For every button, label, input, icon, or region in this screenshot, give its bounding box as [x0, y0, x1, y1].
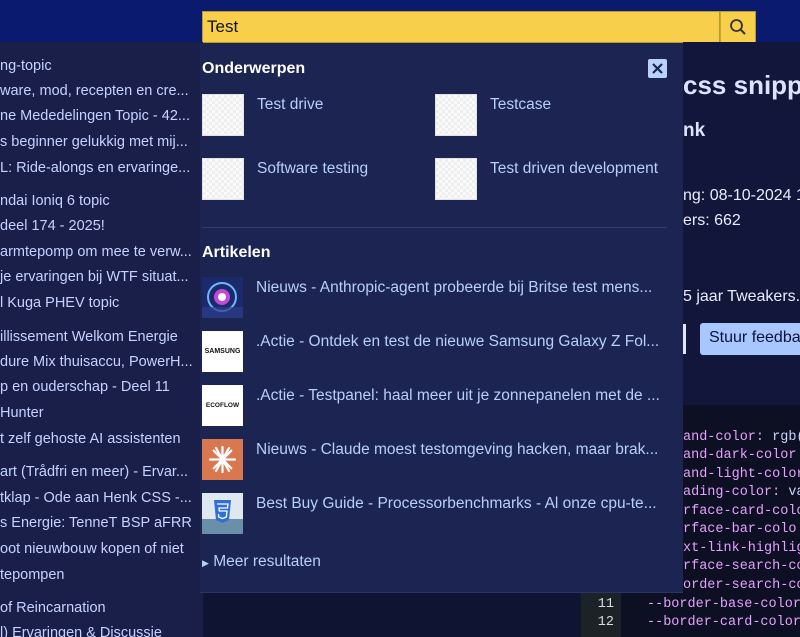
search-results-dropdown: Onderwerpen Test drive Testcase Software… [200, 43, 683, 593]
sidebar-item[interactable]: L: Ride-alongs en ervaringe... [0, 158, 190, 178]
sidebar-item[interactable]: l) Ervaringen & Discussie [0, 623, 162, 637]
topic-label[interactable]: Test drive [257, 96, 323, 114]
search-input[interactable] [202, 11, 720, 43]
search-icon [730, 19, 746, 35]
topic-result[interactable]: Test driven development [435, 158, 658, 200]
search-bar [202, 11, 756, 43]
sidebar-item[interactable]: s Energie: TenneT BSP aFRR [0, 513, 192, 533]
article-result[interactable]: SAMSUNG .Actie - Ontdek en test de nieuw… [202, 331, 667, 372]
topic-thumbnail [435, 94, 477, 136]
article-result[interactable]: ECOFLOW .Actie - Testpanel: haal meer ui… [202, 385, 667, 426]
sidebar-item[interactable]: oot nieuwbouw kopen of niet [0, 539, 184, 559]
code-line: and-light-color [683, 467, 800, 482]
chevron-right-icon: ▶ [202, 558, 209, 568]
sidebar-item[interactable]: ndai Ioniq 6 topic [0, 191, 110, 211]
article-link[interactable]: Nieuws - Claude moest testomgeving hacke… [256, 441, 667, 459]
section-divider [202, 227, 667, 228]
sidebar-item[interactable]: s beginner gelukkig met mij... [0, 132, 188, 152]
sidebar-item[interactable]: p en ouderschap - Deel 11 [0, 377, 170, 397]
ecoflow-thumb: ECOFLOW [202, 385, 243, 426]
code-line: xt-link-highlig [683, 541, 800, 556]
sidebar-item[interactable]: ne Mededelingen Topic - 42... [0, 106, 190, 126]
sidebar-item[interactable]: armtepomp om mee te verw... [0, 242, 192, 262]
sidebar-item[interactable]: je ervaringen bij WTF situat... [0, 267, 189, 287]
article-result[interactable]: Nieuws - Anthropic-agent probeerde bij B… [202, 277, 667, 318]
sidebar-item[interactable]: Hunter [0, 403, 44, 423]
article-link[interactable]: Nieuws - Anthropic-agent probeerde bij B… [256, 279, 667, 297]
line-number: 12 [597, 615, 614, 630]
topic-result[interactable]: Software testing [202, 158, 368, 200]
search-button[interactable] [720, 11, 756, 43]
topics-heading: Onderwerpen [202, 60, 306, 77]
topic-result[interactable]: Test drive [202, 94, 323, 136]
anthropic-thumb [202, 277, 243, 318]
article-author[interactable]: nk [683, 120, 705, 142]
ecoflow-logo-text: ECOFLOW [205, 402, 240, 409]
topic-thumbnail [202, 158, 244, 200]
article-result[interactable]: Best Buy Guide - Processorbenchmarks - A… [202, 493, 667, 534]
topic-result[interactable]: Testcase [435, 94, 551, 136]
code-line: rface-search-co [683, 559, 800, 574]
article-result[interactable]: Nieuws - Claude moest testomgeving hacke… [202, 439, 667, 480]
sidebar-item[interactable]: illissement Welkom Energie [0, 327, 178, 347]
sidebar-item[interactable]: deel 174 - 2025! [0, 216, 105, 236]
topic-label[interactable]: Testcase [490, 96, 551, 114]
topic-label[interactable]: Software testing [257, 160, 368, 178]
claude-thumb [202, 439, 243, 480]
article-link[interactable]: .Actie - Ontdek en test de nieuwe Samsun… [256, 333, 667, 351]
topic-thumbnail [202, 94, 244, 136]
article-link[interactable]: Best Buy Guide - Processorbenchmarks - A… [256, 495, 667, 513]
code-line: rface-bar-colo [683, 522, 797, 537]
feedback-button[interactable]: Stuur feedba [700, 323, 800, 355]
topic-thumbnail [435, 158, 477, 200]
article-button-edge[interactable] [683, 324, 686, 354]
code-line: --border-base-color [647, 597, 800, 612]
code-line: and-dark-color [683, 448, 797, 463]
sidebar-item[interactable]: of Reincarnation [0, 598, 106, 618]
code-line: and-color: rgb( [683, 430, 800, 445]
more-results-label[interactable]: Meer resultaten [213, 553, 321, 570]
sidebar-item[interactable]: tepompen [0, 565, 65, 585]
sidebar-item[interactable]: t zelf gehoste AI assistenten [0, 429, 181, 449]
close-icon [652, 63, 663, 74]
sidebar-topic-list: ng-topic ware, mod, recepten en cre... n… [0, 42, 203, 637]
article-tweakers-line: 5 jaar Tweakers. D [683, 288, 800, 305]
article-date: ng: 08-10-2024 1 [683, 187, 800, 204]
article-title: css snippe [683, 70, 800, 100]
more-results-link[interactable]: ▶ Meer resultaten [202, 553, 321, 571]
articles-heading: Artikelen [202, 244, 271, 261]
line-number: 11 [597, 597, 614, 612]
sidebar-item[interactable]: l Kuga PHEV topic [0, 293, 119, 313]
topic-label[interactable]: Test driven development [490, 160, 658, 178]
code-line: order-search-colo [683, 578, 800, 593]
css-thumb [202, 493, 243, 534]
close-button[interactable] [648, 59, 667, 78]
article-viewers: ers: 662 [683, 212, 741, 229]
code-line: rface-card-colo [683, 504, 800, 519]
sidebar-item[interactable]: dure Mix thuisaccu, PowerH... [0, 352, 193, 372]
samsung-thumb: SAMSUNG [202, 331, 243, 372]
samsung-logo-text: SAMSUNG [204, 348, 241, 355]
sidebar-item[interactable]: tklap - Ode aan Henk CSS -... [0, 488, 192, 508]
sidebar-item[interactable]: art (Trådfri en meer) - Ervar... [0, 462, 188, 482]
sidebar-item[interactable]: ware, mod, recepten en cre... [0, 81, 189, 101]
sidebar-item[interactable]: ng-topic [0, 56, 52, 76]
code-line: --border-card-color [647, 615, 800, 630]
code-line: ading-color: va [683, 485, 800, 500]
article-link[interactable]: .Actie - Testpanel: haal meer uit je zon… [256, 387, 667, 405]
